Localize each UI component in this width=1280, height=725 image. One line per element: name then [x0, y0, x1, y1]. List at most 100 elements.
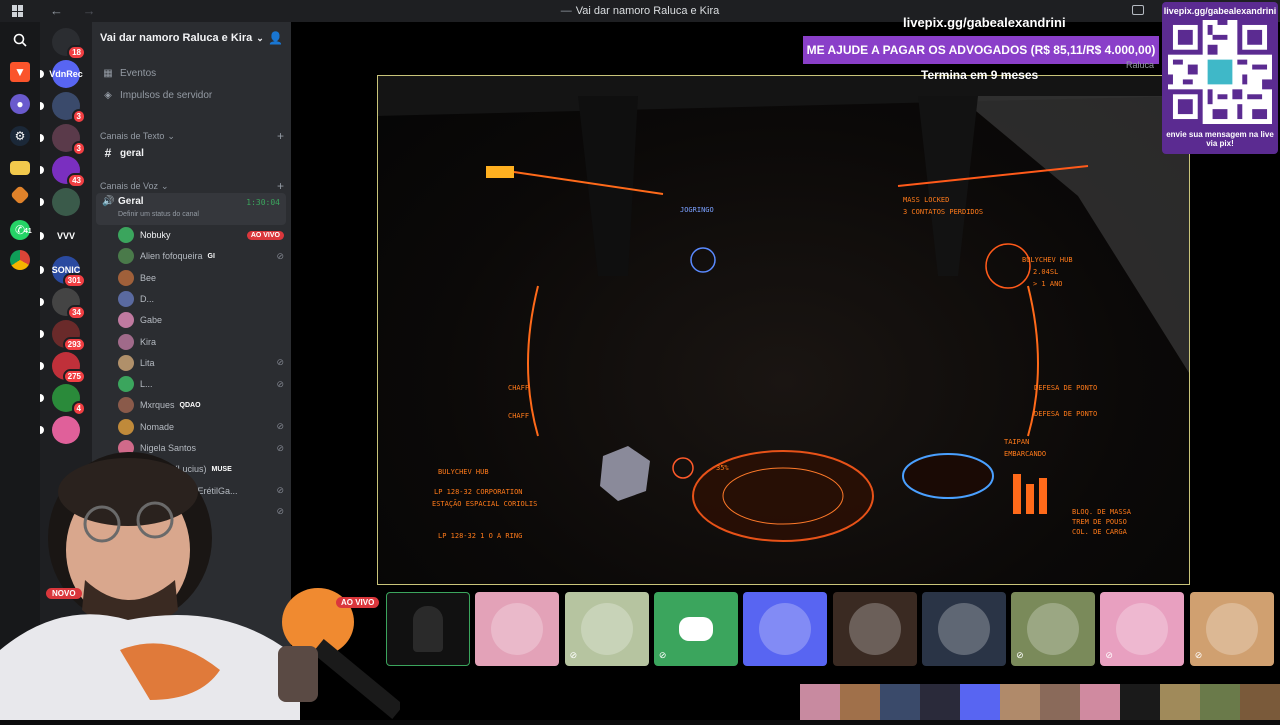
hud-distance: 2.04sL — [1033, 268, 1059, 276]
channel-geral[interactable]: # geral — [98, 143, 286, 163]
thumbnail[interactable] — [840, 684, 880, 720]
server-avatar — [52, 416, 80, 444]
thumbnail[interactable] — [1120, 684, 1160, 720]
inbox-icon[interactable] — [1132, 5, 1144, 15]
avatar — [118, 312, 134, 329]
channel-boosts[interactable]: ◈ Impulsos de servidor — [98, 85, 286, 105]
thumbnail[interactable] — [1040, 684, 1080, 720]
thumbnail[interactable] — [1000, 684, 1040, 720]
channel-label: Impulsos de servidor — [120, 89, 213, 101]
whatsapp-icon[interactable]: ✆ 41 — [10, 220, 32, 240]
window-title-text: Vai dar namoro Raluca e Kira — [575, 5, 720, 17]
server-icon[interactable] — [40, 188, 80, 216]
add-channel-icon[interactable]: + — [277, 129, 284, 143]
hud-panel-line: ESTAÇÃO ESPACIAL CORIOLIS — [432, 500, 538, 508]
tile-discord-default[interactable]: ⊘ — [653, 592, 738, 666]
participant-avatar — [848, 603, 901, 655]
server-icon[interactable]: VVV — [40, 222, 80, 250]
mention-badge: 34 — [67, 305, 86, 320]
user-name: Lita — [140, 357, 155, 368]
voice-category[interactable]: Canais de Voz ⌄ + — [100, 179, 284, 193]
voice-user[interactable]: Gabe — [118, 310, 284, 330]
thumbnail[interactable] — [880, 684, 920, 720]
channel-events[interactable]: ▦ Eventos — [98, 63, 286, 83]
server-icon[interactable]: 4 — [40, 384, 86, 416]
server-header[interactable]: Vai dar namoro Raluca e Kira ⌄ 👤 — [92, 22, 291, 54]
thumbnail[interactable] — [960, 684, 1000, 720]
unread-pip — [40, 266, 44, 274]
search-icon[interactable] — [10, 30, 30, 50]
user-tag: QDAO — [179, 401, 201, 409]
thumbnail[interactable] — [1080, 684, 1120, 720]
channel-status[interactable]: Definir um status do canal — [118, 211, 199, 218]
tile-anime-avatar[interactable] — [921, 592, 1006, 666]
live-label: NOVO — [46, 588, 82, 599]
server-icon[interactable]: 293 — [40, 320, 86, 352]
voice-user[interactable]: L... ⊘ — [118, 374, 284, 394]
participant-avatar — [1116, 603, 1169, 655]
hud-warning: MASS LOCKED — [903, 196, 950, 204]
voice-user[interactable]: D... — [118, 289, 284, 309]
voice-user[interactable]: Lita ⊘ — [118, 353, 284, 373]
folder-icon[interactable] — [10, 161, 30, 175]
brave-icon[interactable]: ▼ — [10, 62, 30, 82]
participant-avatar — [678, 617, 713, 641]
server-avatar: VVV — [52, 222, 80, 250]
add-channel-icon[interactable]: + — [277, 179, 284, 193]
thumbnail[interactable] — [920, 684, 960, 720]
tile-pink-avatar[interactable]: ⊘ — [1100, 592, 1185, 666]
avatar — [118, 333, 134, 350]
thumbnail[interactable] — [1240, 684, 1280, 720]
chevron-down-icon: ⌄ — [167, 130, 175, 141]
thumbnail[interactable] — [1200, 684, 1240, 720]
voice-user[interactable]: Alien fofoqueira GI ⊘ — [118, 246, 284, 266]
server-icon[interactable]: 3 — [40, 92, 86, 124]
avatar — [118, 248, 134, 265]
app-icon[interactable]: ● — [10, 94, 30, 114]
voice-user[interactable]: Kira — [118, 332, 284, 352]
tile-blonde-avatar[interactable] — [832, 592, 917, 666]
unread-pip — [40, 134, 44, 142]
qr-caption: envie sua mensagem na live via pix! — [1166, 130, 1274, 148]
mic-muted-icon: ⊘ — [276, 421, 284, 432]
thumbnail[interactable] — [800, 684, 840, 720]
user-name: D... — [140, 293, 155, 304]
server-icon[interactable]: VdnRec — [40, 60, 83, 88]
steam-icon[interactable]: ⚙ — [10, 126, 30, 146]
server-icon[interactable]: 3 — [40, 124, 86, 156]
voice-user[interactable]: Mxrques QDAO — [118, 395, 284, 415]
unread-pip — [40, 70, 44, 78]
chrome-icon[interactable] — [10, 250, 30, 270]
unread-pip — [40, 426, 44, 434]
participant-avatar — [759, 603, 812, 655]
tile-glasses-avatar[interactable] — [475, 592, 560, 666]
tile-alien-avatar[interactable]: ⊘ — [564, 592, 649, 666]
voice-user[interactable]: Nomade ⊘ — [118, 417, 284, 437]
server-icon[interactable] — [40, 416, 80, 444]
cockpit-graphic — [378, 76, 1189, 542]
voice-channel-geral[interactable]: 🔊 Geral 1:30:04 Definir um status do can… — [96, 193, 286, 225]
server-icon[interactable]: 18 — [52, 28, 86, 60]
voice-user[interactable]: Nobuky AO VIVO — [118, 225, 284, 245]
game-stream[interactable]: JOGRINGO BULYCHEV HUB 2.04sL > 1 ano CHA… — [377, 75, 1190, 585]
category-label: Canais de Texto — [100, 131, 165, 141]
text-category[interactable]: Canais de Texto ⌄ + — [100, 129, 284, 143]
streamer-webcam: NOVO — [0, 450, 404, 720]
server-icon[interactable]: SONIC 301 — [40, 256, 86, 288]
tile-photo-avatar[interactable]: ⊘ — [1189, 592, 1274, 666]
server-icon[interactable]: 34 — [40, 288, 86, 320]
chevron-down-icon: ⌄ — [256, 32, 264, 43]
server-icon[interactable]: 275 — [40, 352, 86, 384]
tile-dog-avatar[interactable]: ⊘ — [1011, 592, 1096, 666]
hud-station-name: BULYCHEV HUB — [1022, 256, 1073, 264]
participant-avatar — [491, 603, 544, 655]
hud-speed: 35% — [716, 464, 729, 472]
tile-cowboy-avatar[interactable] — [743, 592, 828, 666]
server-avatar: VdnRec — [49, 60, 83, 88]
voice-user[interactable]: Bee — [118, 268, 284, 288]
mention-badge: 3 — [71, 141, 86, 156]
thumbnail[interactable] — [1160, 684, 1200, 720]
person-add-icon[interactable]: 👤 — [268, 31, 283, 45]
server-icon[interactable]: 43 — [40, 156, 86, 188]
app-icon[interactable] — [10, 185, 30, 205]
